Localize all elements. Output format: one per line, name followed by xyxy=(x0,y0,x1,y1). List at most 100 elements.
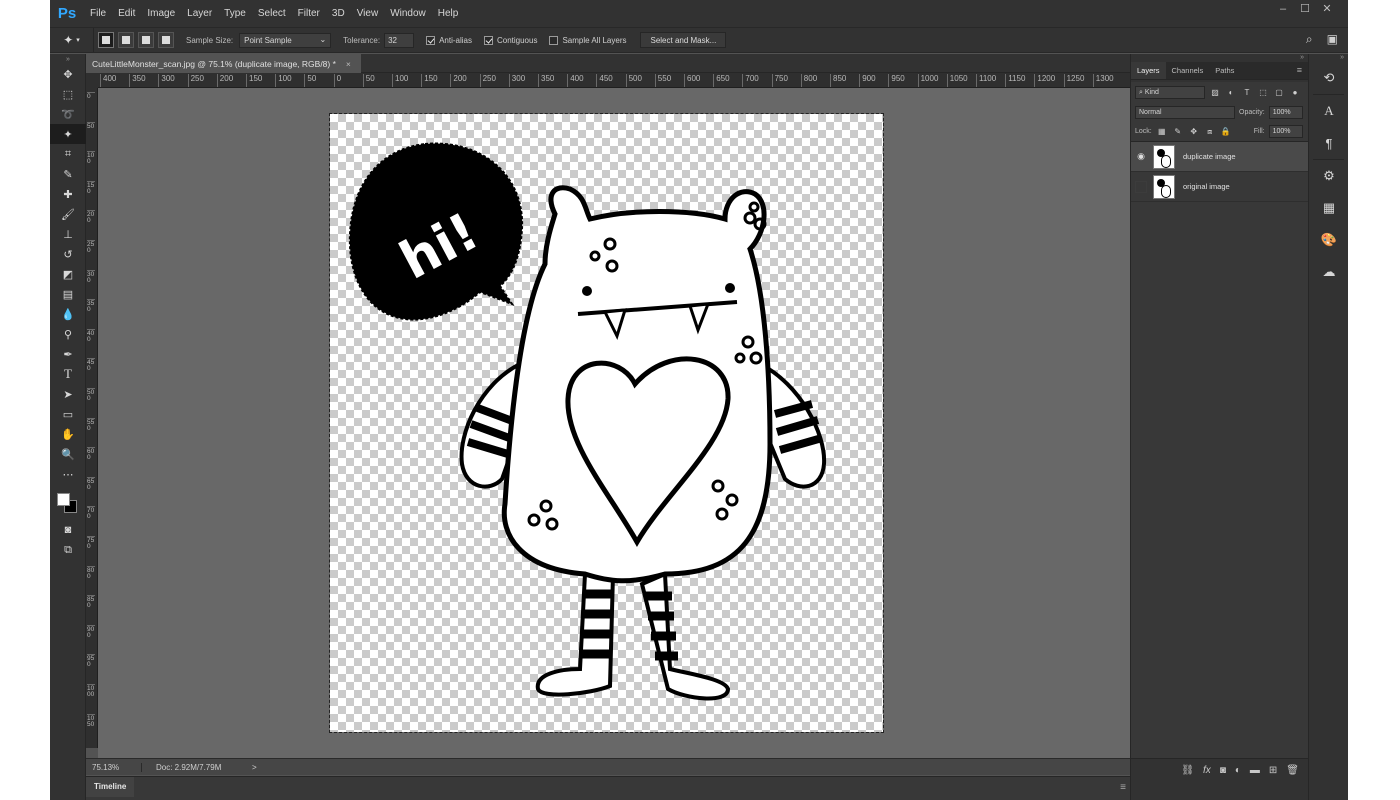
smart-object-filter-icon[interactable]: ▢ xyxy=(1273,86,1285,98)
status-menu-arrow[interactable]: > xyxy=(252,763,257,772)
crop-tool-icon[interactable]: ⌗ xyxy=(50,144,86,164)
move-tool-icon[interactable]: ✥ xyxy=(50,64,86,84)
dodge-tool-icon[interactable]: ⚲ xyxy=(50,324,86,344)
lock-all-icon[interactable]: 🔒 xyxy=(1220,126,1232,138)
layer-row[interactable]: original image xyxy=(1131,172,1308,202)
screen-mode-icon[interactable]: ⧉ xyxy=(50,540,86,560)
canvas-workspace[interactable]: hi! xyxy=(98,88,1130,758)
new-group-icon[interactable]: ▬ xyxy=(1250,765,1260,776)
menu-help[interactable]: Help xyxy=(432,0,465,27)
add-mask-icon[interactable]: ◙ xyxy=(1220,765,1226,776)
type-tool-icon[interactable]: T xyxy=(50,364,86,384)
tab-channels[interactable]: Channels xyxy=(1166,62,1210,79)
healing-brush-tool-icon[interactable]: ✚ xyxy=(50,184,86,204)
magic-wand-tool-icon[interactable]: ✦ xyxy=(50,124,86,144)
menu-select[interactable]: Select xyxy=(252,0,292,27)
blend-mode-select[interactable]: Normal xyxy=(1135,105,1235,119)
adjustment-filter-icon[interactable]: ◐ xyxy=(1225,86,1237,98)
lock-transparent-icon[interactable]: ▦ xyxy=(1156,126,1168,138)
type-filter-icon[interactable]: T xyxy=(1241,86,1253,98)
eraser-tool-icon[interactable]: ◩ xyxy=(50,264,86,284)
layer-style-icon[interactable]: fx xyxy=(1203,765,1211,776)
opacity-input[interactable]: 100% xyxy=(1268,105,1303,119)
menu-filter[interactable]: Filter xyxy=(292,0,326,27)
close-tab-icon[interactable]: × xyxy=(346,59,351,73)
foreground-color-swatch[interactable] xyxy=(57,493,70,506)
collapse-icon[interactable]: » xyxy=(50,54,86,64)
search-icon[interactable]: ⌕ xyxy=(1306,32,1313,47)
zoom-tool-icon[interactable]: 🔍 xyxy=(50,444,86,464)
filter-kind-select[interactable]: ⌕ Kind xyxy=(1135,85,1205,99)
collapse-panels-icon[interactable]: » xyxy=(1131,54,1308,62)
quick-mask-icon[interactable]: ◙ xyxy=(50,520,86,540)
workspace-icon[interactable]: ▣ xyxy=(1327,32,1338,47)
color-icon[interactable]: 🎨 xyxy=(1309,224,1348,256)
tolerance-input[interactable]: 32 xyxy=(384,32,415,48)
swatches-icon[interactable]: ▦ xyxy=(1309,192,1348,224)
history-icon[interactable]: ⟲ xyxy=(1309,62,1348,94)
gradient-tool-icon[interactable]: ▤ xyxy=(50,284,86,304)
clone-stamp-tool-icon[interactable]: ⊥ xyxy=(50,224,86,244)
more-tools-icon[interactable]: ⋯ xyxy=(50,464,86,484)
libraries-icon[interactable]: ☁ xyxy=(1309,256,1348,288)
ruler-tick-label: 400 xyxy=(100,74,116,87)
lock-position-icon[interactable]: ✥ xyxy=(1188,126,1200,138)
sample-all-layers-checkbox[interactable]: Sample All Layers xyxy=(549,35,626,45)
brush-tool-icon[interactable]: 🖌 xyxy=(50,204,86,224)
filter-toggle-icon[interactable]: ● xyxy=(1289,86,1301,98)
sample-size-select[interactable]: Point Sample ⌄ xyxy=(239,32,332,48)
add-to-selection-button[interactable] xyxy=(118,32,134,48)
hand-tool-icon[interactable]: ✋ xyxy=(50,424,86,444)
layer-row[interactable]: ◉ duplicate image xyxy=(1131,142,1308,172)
menu-file[interactable]: File xyxy=(84,0,112,27)
panel-menu-icon[interactable]: ≡ xyxy=(1120,782,1126,793)
document-canvas[interactable]: hi! xyxy=(329,113,884,733)
intersect-selection-button[interactable] xyxy=(158,32,174,48)
document-tab[interactable]: CuteLittleMonster_scan.jpg @ 75.1% (dupl… xyxy=(86,54,361,73)
menu-3d[interactable]: 3D xyxy=(326,0,351,27)
lasso-tool-icon[interactable]: ➰ xyxy=(50,104,86,124)
rectangle-tool-icon[interactable]: ▭ xyxy=(50,404,86,424)
minimize-button[interactable]: – xyxy=(1272,0,1294,18)
history-brush-tool-icon[interactable]: ↺ xyxy=(50,244,86,264)
tool-preset-picker[interactable]: ✦ ▾ xyxy=(50,28,94,52)
menu-layer[interactable]: Layer xyxy=(181,0,218,27)
pen-tool-icon[interactable]: ✒ xyxy=(50,344,86,364)
subtract-from-selection-button[interactable] xyxy=(138,32,154,48)
fill-input[interactable]: 100% xyxy=(1268,125,1303,138)
tab-layers[interactable]: Layers xyxy=(1131,62,1166,79)
menu-image[interactable]: Image xyxy=(141,0,181,27)
menu-window[interactable]: Window xyxy=(384,0,432,27)
paragraph-icon[interactable]: ¶ xyxy=(1309,127,1348,159)
image-filter-icon[interactable]: ▨ xyxy=(1209,86,1221,98)
lock-artboard-icon[interactable]: ⧈ xyxy=(1204,126,1216,138)
adjustments-icon[interactable]: ⚙ xyxy=(1309,160,1348,192)
contiguous-checkbox[interactable]: Contiguous xyxy=(483,35,537,45)
delete-layer-icon[interactable]: 🗑 xyxy=(1286,765,1299,776)
close-window-button[interactable]: ✕ xyxy=(1316,0,1338,18)
new-layer-icon[interactable]: ⊞ xyxy=(1269,765,1277,776)
shape-filter-icon[interactable]: ⬚ xyxy=(1257,86,1269,98)
maximize-button[interactable]: ☐ xyxy=(1294,0,1316,18)
collapse-dock-icon[interactable]: » xyxy=(1309,54,1348,62)
menu-edit[interactable]: Edit xyxy=(112,0,141,27)
link-layers-icon[interactable]: ⛓ xyxy=(1181,765,1194,776)
panel-menu-icon[interactable]: ≡ xyxy=(1297,65,1302,75)
visibility-toggle[interactable] xyxy=(1135,180,1147,193)
marquee-tool-icon[interactable]: ⬚ xyxy=(50,84,86,104)
menu-view[interactable]: View xyxy=(351,0,385,27)
tab-paths[interactable]: Paths xyxy=(1209,62,1240,79)
zoom-level[interactable]: 75.13% xyxy=(86,762,142,772)
timeline-tab[interactable]: Timeline xyxy=(86,777,135,797)
lock-image-icon[interactable]: ✎ xyxy=(1172,126,1184,138)
blur-tool-icon[interactable]: 💧 xyxy=(50,304,86,324)
adjustment-layer-icon[interactable]: ◐ xyxy=(1235,765,1241,776)
anti-alias-checkbox[interactable]: Anti-alias xyxy=(426,35,472,45)
menu-type[interactable]: Type xyxy=(218,0,252,27)
character-icon[interactable]: A xyxy=(1309,95,1348,127)
path-selection-tool-icon[interactable]: ➤ xyxy=(50,384,86,404)
eyedropper-tool-icon[interactable]: ✎ xyxy=(50,164,86,184)
select-and-mask-button[interactable]: Select and Mask... xyxy=(640,32,727,48)
new-selection-button[interactable] xyxy=(98,32,114,48)
eye-icon[interactable]: ◉ xyxy=(1131,151,1151,162)
